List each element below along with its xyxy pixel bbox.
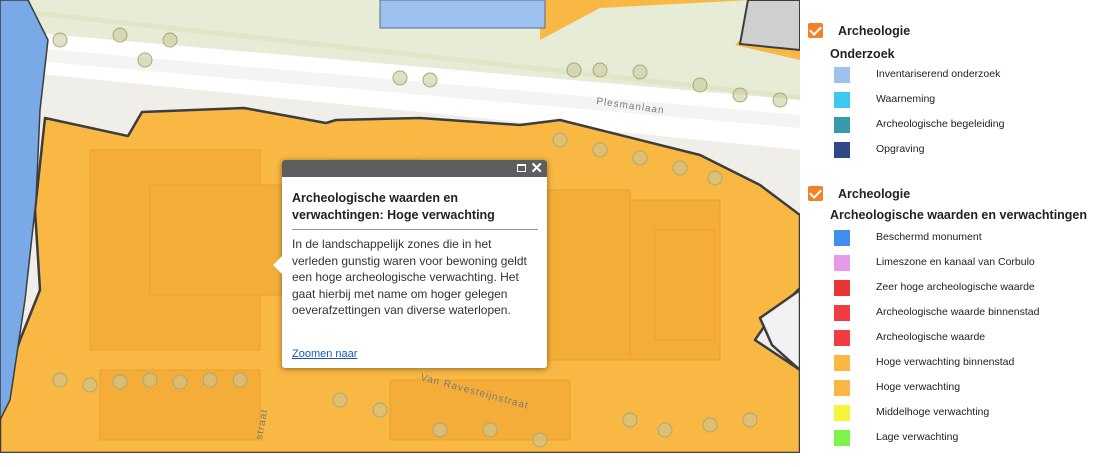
legend-swatch [834,142,850,158]
layer-checkbox[interactable] [808,23,823,38]
legend-swatch [834,255,850,271]
legend-item-label: Inventariserend onderzoek [876,68,1001,80]
legend-item-label: Archeologische waarde [876,331,986,343]
feature-popup: ✕ Archeologische waarden en verwachtinge… [273,160,547,368]
legend-group-archeologie-onderzoek[interactable]: Archeologie [808,23,910,38]
legend-item-label: Beschermd monument [876,231,982,243]
legend-item-label: Hoge verwachting [876,381,961,393]
popup-titlebar: ✕ [282,160,547,177]
map-view[interactable]: Plesmanlaan Van Ravesteijnstraat straat … [0,0,800,453]
survey-area [379,0,546,29]
popup-divider [292,229,538,230]
legend-item: Archeologische begeleiding [834,117,1004,133]
close-icon[interactable]: ✕ [530,161,543,176]
legend-item-label: Middelhoge verwachting [876,406,990,418]
legend-item: Archeologische waarde [834,330,985,346]
legend-swatch [834,430,850,446]
legend-item: Opgraving [834,142,924,158]
legend-item-label: Limeszone en kanaal van Corbulo [876,256,1035,268]
legend-item: Lage verwachting [834,430,958,446]
legend-subtitle: Onderzoek [830,47,895,61]
legend-item: Middelhoge verwachting [834,405,989,421]
legend-item-label: Hoge verwachting binnenstad [876,356,1015,368]
legend-item-label: Archeologische begeleiding [876,118,1005,130]
legend-item: Limeszone en kanaal van Corbulo [834,255,1035,271]
legend-item: Inventariserend onderzoek [834,67,1000,83]
legend-item: Waarneming [834,92,935,108]
legend-subtitle: Archeologische waarden en verwachtingen [830,208,1088,222]
popup-description: In de landschappelijk zones die in het v… [292,237,527,317]
legend-swatch [834,305,850,321]
legend-swatch [834,330,850,346]
legend-item: Zeer hoge archeologische waarde [834,280,1035,296]
legend-item: Hoge verwachting binnenstad [834,355,1014,371]
legend-item: Archeologische waarde binnenstad [834,305,1039,321]
legend-item-label: Archeologische waarde binnenstad [876,306,1040,318]
layer-checkbox[interactable] [808,186,823,201]
popup-title: Archeologische waarden en verwachtingen:… [292,191,495,222]
legend-swatch [834,117,850,133]
legend-item-label: Zeer hoge archeologische waarde [876,281,1035,293]
legend-swatch [834,355,850,371]
legend-panel: Archeologie Onderzoek Inventariserend on… [800,0,1097,467]
legend-group-title: Archeologie [838,186,911,201]
legend-item: Beschermd monument [834,230,982,246]
legend-swatch [834,280,850,296]
legend-swatch [834,405,850,421]
legend-item-label: Lage verwachting [876,431,959,443]
legend-group-title: Archeologie [838,23,911,38]
legend-swatch [834,230,850,246]
legend-swatch [834,67,850,83]
legend-swatch [834,380,850,396]
grey-building [738,0,800,52]
legend-item-label: Opgraving [876,143,925,155]
zoom-to-link[interactable]: Zoomen naar [292,348,357,360]
legend-group-archeologie-waarden[interactable]: Archeologie [808,186,910,201]
maximize-icon[interactable] [517,164,526,172]
legend-item: Hoge verwachting [834,380,960,396]
legend-item-label: Waarneming [876,93,936,105]
legend-swatch [834,92,850,108]
popup-pointer [273,256,282,274]
